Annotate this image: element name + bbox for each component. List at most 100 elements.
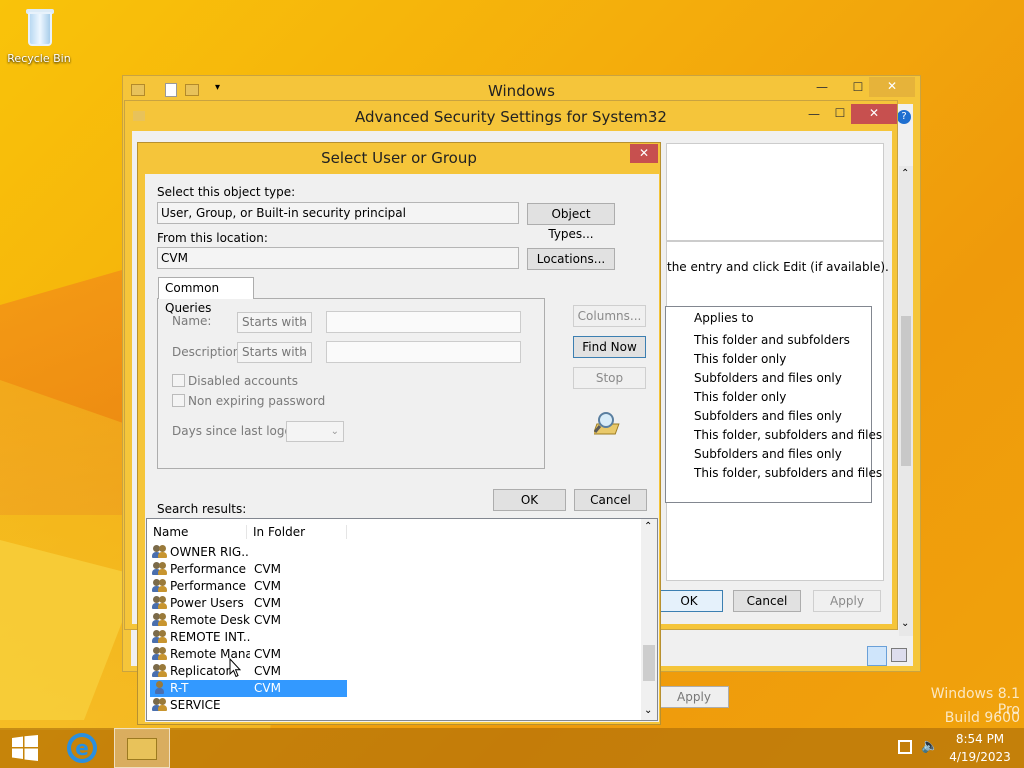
name-combo[interactable]: Starts with ⌄: [237, 312, 312, 333]
maximize-button[interactable]: ☐: [845, 78, 871, 98]
row-name: Performance ...: [170, 579, 250, 593]
tab-common-queries[interactable]: Common Queries: [158, 277, 254, 315]
object-type-label: Select this object type:: [157, 185, 296, 199]
stop-button[interactable]: Stop: [573, 367, 646, 389]
row-folder: CVM: [254, 647, 281, 661]
name-input[interactable]: [326, 311, 521, 333]
row-name: Power Users: [170, 596, 244, 610]
table-row[interactable]: SERVICE: [150, 697, 490, 714]
watermark-line2: Build 9600: [944, 710, 1020, 726]
group-icon: [152, 579, 168, 594]
help-icon[interactable]: ?: [897, 110, 911, 124]
description-combo-value: Starts with: [242, 345, 307, 359]
adv-top-panel: [666, 143, 884, 241]
file-explorer-icon: [127, 738, 157, 760]
table-row[interactable]: R-T CVM: [150, 680, 347, 697]
applies-to-header[interactable]: Applies to: [694, 311, 754, 325]
explorer-title: Windows: [488, 82, 555, 100]
applies-to-cell[interactable]: This folder only: [694, 352, 786, 366]
dialog-cancel-button[interactable]: Cancel: [574, 489, 647, 511]
columns-button[interactable]: Columns...: [573, 305, 646, 327]
adv-minimize-button[interactable]: —: [801, 105, 827, 125]
description-label: Description:: [172, 345, 245, 359]
large-icons-view-icon[interactable]: [891, 648, 907, 662]
dialog-ok-button[interactable]: OK: [493, 489, 566, 511]
permission-entries-table: Applies to This folder and subfolders Thi…: [665, 306, 882, 503]
details-view-icon[interactable]: [867, 646, 887, 666]
search-magnifier-icon: [592, 410, 628, 440]
scroll-down-icon[interactable]: ⌄: [644, 705, 652, 716]
volume-muted-icon[interactable]: 🔈: [921, 738, 938, 754]
search-results-list[interactable]: Name In Folder OWNER RIG... Performance .…: [146, 518, 658, 721]
start-button[interactable]: [0, 728, 50, 768]
file-explorer-button[interactable]: [114, 728, 170, 768]
row-name: OWNER RIG...: [170, 545, 250, 559]
scroll-up-icon[interactable]: ⌃: [644, 521, 652, 532]
location-field: CVM: [157, 247, 519, 269]
name-label: Name:: [172, 314, 212, 328]
applies-to-cell[interactable]: This folder, subfolders and files: [694, 428, 882, 442]
adv-close-button[interactable]: ✕: [851, 104, 897, 124]
description-input[interactable]: [326, 341, 521, 363]
applies-to-cell[interactable]: This folder and subfolders: [694, 333, 850, 347]
row-name: R-T: [170, 681, 189, 695]
group-icon: [152, 613, 168, 628]
applies-to-cell[interactable]: This folder only: [694, 390, 786, 404]
object-type-field: User, Group, or Built-in security princi…: [157, 202, 519, 224]
group-icon: [152, 647, 168, 662]
locations-button[interactable]: Locations...: [527, 248, 615, 270]
table-row[interactable]: Replicator CVM: [150, 663, 490, 680]
recycle-bin-icon[interactable]: Recycle Bin: [6, 6, 72, 76]
chevron-down-icon: ⌄: [298, 347, 307, 358]
row-folder: CVM: [254, 681, 281, 695]
chevron-down-icon: ⌄: [298, 317, 307, 328]
internet-explorer-icon: e: [67, 733, 97, 763]
object-types-button[interactable]: Object Types...: [527, 203, 615, 241]
row-folder: CVM: [254, 613, 281, 627]
network-icon[interactable]: [898, 740, 912, 754]
dialog-close-button[interactable]: ✕: [630, 144, 658, 163]
row-name: REMOTE INT...: [170, 630, 250, 644]
table-row[interactable]: Power Users CVM: [150, 595, 490, 612]
applies-to-cell[interactable]: Subfolders and files only: [694, 371, 842, 385]
applies-to-cell[interactable]: Subfolders and files only: [694, 447, 842, 461]
scroll-down-icon[interactable]: ⌄: [901, 618, 909, 629]
table-row[interactable]: Remote Desk... CVM: [150, 612, 490, 629]
column-header-name[interactable]: Name: [153, 525, 247, 539]
internet-explorer-button[interactable]: e: [58, 728, 108, 768]
minimize-button[interactable]: —: [809, 78, 835, 98]
non-expiring-checkbox[interactable]: [172, 394, 185, 407]
row-folder: CVM: [254, 579, 281, 593]
explorer-apply-button[interactable]: Apply: [659, 686, 729, 708]
scroll-up-icon[interactable]: ⌃: [901, 168, 909, 179]
adv-ok-button[interactable]: OK: [655, 590, 723, 612]
applies-to-cell[interactable]: This folder, subfolders and files: [694, 466, 882, 480]
row-folder: CVM: [254, 596, 281, 610]
days-since-logon-combo[interactable]: ⌄: [286, 421, 344, 442]
adv-apply-button[interactable]: Apply: [813, 590, 881, 612]
disabled-accounts-label: Disabled accounts: [188, 374, 299, 388]
clock-time[interactable]: 8:54 PM: [944, 732, 1016, 746]
applies-to-cell[interactable]: Subfolders and files only: [694, 409, 842, 423]
clock-date[interactable]: 4/19/2023: [944, 750, 1016, 764]
column-header-folder[interactable]: In Folder: [253, 525, 347, 539]
windows-logo-icon: [12, 735, 38, 761]
adv-cancel-button[interactable]: Cancel: [733, 590, 801, 612]
table-row[interactable]: Performance ... CVM: [150, 578, 490, 595]
group-icon: [152, 630, 168, 645]
table-row[interactable]: OWNER RIG...: [150, 544, 490, 561]
find-now-button[interactable]: Find Now: [573, 336, 646, 358]
group-icon: [152, 596, 168, 611]
scroll-thumb[interactable]: [643, 645, 655, 681]
table-row[interactable]: Remote Mana...CVM: [150, 646, 490, 663]
close-button[interactable]: ✕: [869, 77, 915, 97]
adv-maximize-button[interactable]: ☐: [827, 104, 853, 124]
table-row[interactable]: REMOTE INT...: [150, 629, 490, 646]
recycle-bin-label: Recycle Bin: [7, 52, 71, 65]
table-row[interactable]: Performance ... CVM: [150, 561, 490, 578]
scroll-thumb[interactable]: [901, 316, 911, 466]
description-combo[interactable]: Starts with ⌄: [237, 342, 312, 363]
disabled-accounts-checkbox[interactable]: [172, 374, 185, 387]
results-scrollbar[interactable]: ⌃ ⌄: [641, 519, 657, 720]
explorer-scrollbar[interactable]: ⌃ ⌄: [899, 166, 913, 636]
